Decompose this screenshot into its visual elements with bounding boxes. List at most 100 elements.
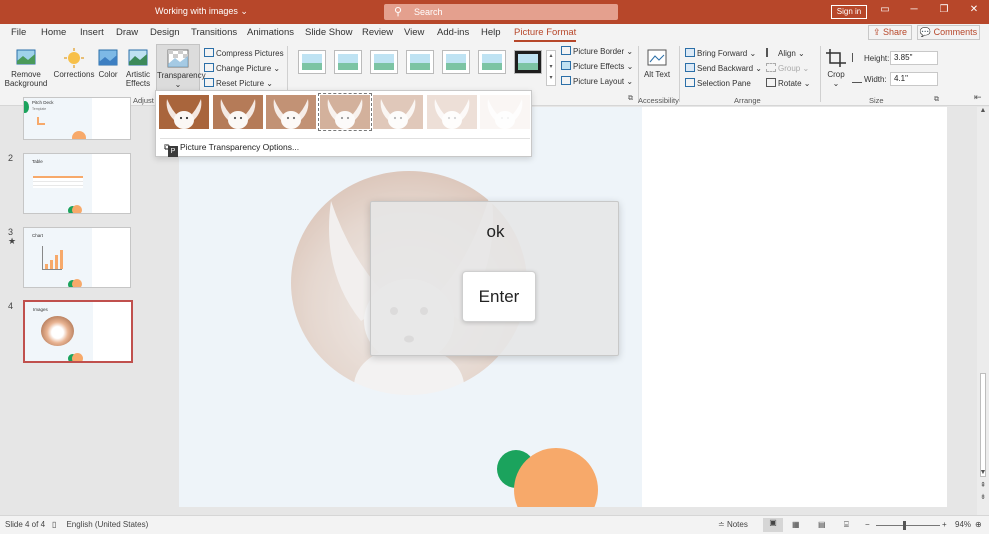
size-launcher-icon[interactable]: ⧉ (934, 96, 939, 104)
normal-view-icon[interactable]: ▣ (763, 518, 783, 532)
align-button[interactable]: Align ⌄ (766, 48, 805, 58)
alt-text-button[interactable]: Alt Text (643, 48, 671, 79)
vertical-scrollbar[interactable]: ▲ ▼ ⇞ ⇟ (977, 107, 989, 515)
slide-thumbnail-3[interactable]: Chart (23, 227, 131, 288)
tab-view[interactable]: View (404, 27, 424, 38)
artistic-effects-button[interactable]: Artistic Effects (122, 48, 154, 88)
transparency-icon (167, 49, 189, 68)
tab-add-ins[interactable]: Add-ins (437, 27, 469, 38)
language-indicator[interactable]: English (United States) (62, 520, 148, 529)
picture-transparency-options[interactable]: ⧉ Picture Transparency Options... (160, 138, 530, 154)
width-icon (852, 74, 862, 83)
height-input[interactable]: 3.85" (890, 51, 938, 65)
tab-home[interactable]: Home (41, 27, 66, 38)
size-group-label: Size (869, 96, 884, 105)
transparency-button[interactable]: Transparency ⌄ (156, 44, 206, 92)
restore-icon[interactable]: ❐ (936, 4, 952, 15)
transparency-preset[interactable] (480, 95, 530, 129)
zoom-slider[interactable] (876, 525, 940, 526)
reset-picture-button[interactable]: Reset Picture ⌄ (204, 78, 273, 88)
slide-sorter-icon[interactable]: ▦ (792, 520, 800, 529)
compress-pictures-button[interactable]: Compress Pictures (204, 48, 284, 58)
minimize-icon[interactable]: ─ (906, 4, 922, 15)
sign-in-button[interactable]: Sign in (831, 5, 867, 19)
slide-show-icon[interactable]: ⌸ (844, 520, 849, 530)
zoom-level[interactable]: 94% (955, 520, 971, 529)
tab-draw[interactable]: Draw (116, 27, 138, 38)
tab-animations[interactable]: Animations (247, 27, 294, 38)
close-icon[interactable]: ✕ (966, 4, 982, 15)
tab-transitions[interactable]: Transitions (191, 27, 237, 38)
send-backward-button[interactable]: Send Backward ⌄ (685, 63, 762, 73)
collapse-ribbon-icon[interactable]: ⇤ (974, 92, 982, 103)
transparency-preset[interactable] (317, 93, 372, 131)
alt-text-icon (647, 49, 667, 66)
tab-insert[interactable]: Insert (80, 27, 104, 38)
picture-style[interactable] (514, 50, 542, 74)
picture-border-button[interactable]: Picture Border ⌄ (561, 46, 633, 56)
scrollbar-thumb[interactable] (980, 373, 986, 477)
tab-review[interactable]: Review (362, 27, 393, 38)
slide-thumbnail-2[interactable]: Table (23, 153, 131, 214)
bring-forward-button[interactable]: Bring Forward ⌄ (685, 48, 756, 58)
slide-thumbnail-1[interactable]: Pitch Deck Template (23, 97, 131, 140)
send-backward-icon (685, 63, 695, 72)
fox-preset-icon (426, 95, 477, 129)
message-dialog: ok Enter (370, 201, 619, 356)
crop-button[interactable]: Crop ⌄ (825, 48, 847, 88)
group-icon (766, 63, 776, 72)
tab-help[interactable]: Help (481, 27, 501, 38)
tab-file[interactable]: File (11, 27, 26, 38)
picture-style[interactable] (298, 50, 326, 74)
picture-style[interactable] (370, 50, 398, 74)
zoom-in-icon[interactable]: + (942, 520, 947, 529)
next-slide-icon[interactable]: ⇟ (977, 493, 989, 501)
transparency-preset[interactable] (266, 95, 316, 129)
selection-pane-button[interactable]: Selection Pane (685, 78, 751, 88)
notes-button[interactable]: ≐ Notes (718, 520, 748, 529)
picture-styles-launcher-icon[interactable]: ⧉ (628, 95, 633, 103)
color-button[interactable]: Color (96, 48, 120, 79)
transparency-preset[interactable] (159, 95, 209, 129)
transparency-preset[interactable] (212, 95, 263, 129)
share-button[interactable]: ⇪ Share (868, 25, 912, 40)
scroll-down-icon[interactable]: ▼ (977, 469, 989, 476)
gallery-scroll[interactable]: ▴ ▾ ▾ (546, 50, 556, 86)
zoom-out-icon[interactable]: − (865, 520, 870, 529)
chart-graphic (42, 246, 63, 270)
previous-slide-icon[interactable]: ⇞ (977, 481, 989, 489)
enter-button[interactable]: Enter (462, 271, 536, 322)
width-input[interactable]: 4.1" (890, 72, 938, 86)
reading-view-icon[interactable]: ▤ (818, 520, 826, 529)
fox-preset-icon (319, 95, 370, 129)
picture-style[interactable] (406, 50, 434, 74)
transparency-preset[interactable] (373, 95, 423, 129)
corrections-button[interactable]: Corrections (53, 48, 95, 79)
remove-background-button[interactable]: Remove Background (4, 48, 48, 88)
tab-slide-show[interactable]: Slide Show (305, 27, 353, 38)
adjust-group-label: Adjust (133, 96, 154, 105)
transparency-preset[interactable] (426, 95, 477, 129)
rotate-icon (766, 78, 776, 87)
fit-to-window-icon[interactable]: ⊕ (975, 520, 982, 529)
picture-layout-button[interactable]: Picture Layout ⌄ (561, 76, 633, 86)
document-title[interactable]: Working with images ⌄ (155, 6, 248, 17)
search-box[interactable]: ⚲ Search (384, 4, 618, 20)
slide-thumbnail-4[interactable]: Images (23, 300, 133, 363)
tab-design[interactable]: Design (150, 27, 180, 38)
tab-picture-format[interactable]: Picture Format (514, 27, 577, 42)
rotate-button[interactable]: Rotate ⌄ (766, 78, 811, 88)
picture-effects-button[interactable]: Picture Effects ⌄ (561, 61, 633, 71)
zoom-slider-knob[interactable] (903, 521, 906, 530)
picture-style[interactable] (478, 50, 506, 74)
ribbon-display-icon[interactable]: ▭ (877, 4, 893, 15)
accessibility-check-icon[interactable]: ▯ (52, 520, 56, 529)
group-button[interactable]: Group ⌄ (766, 63, 809, 73)
picture-style[interactable] (334, 50, 362, 74)
change-picture-button[interactable]: Change Picture ⌄ (204, 63, 280, 73)
comments-button[interactable]: 💬 Comments (917, 25, 980, 40)
slide-animation-marker-icon: ★ (8, 236, 17, 246)
scroll-up-icon[interactable]: ▲ (977, 107, 989, 114)
picture-style[interactable] (442, 50, 470, 74)
corrections-icon (64, 48, 84, 68)
